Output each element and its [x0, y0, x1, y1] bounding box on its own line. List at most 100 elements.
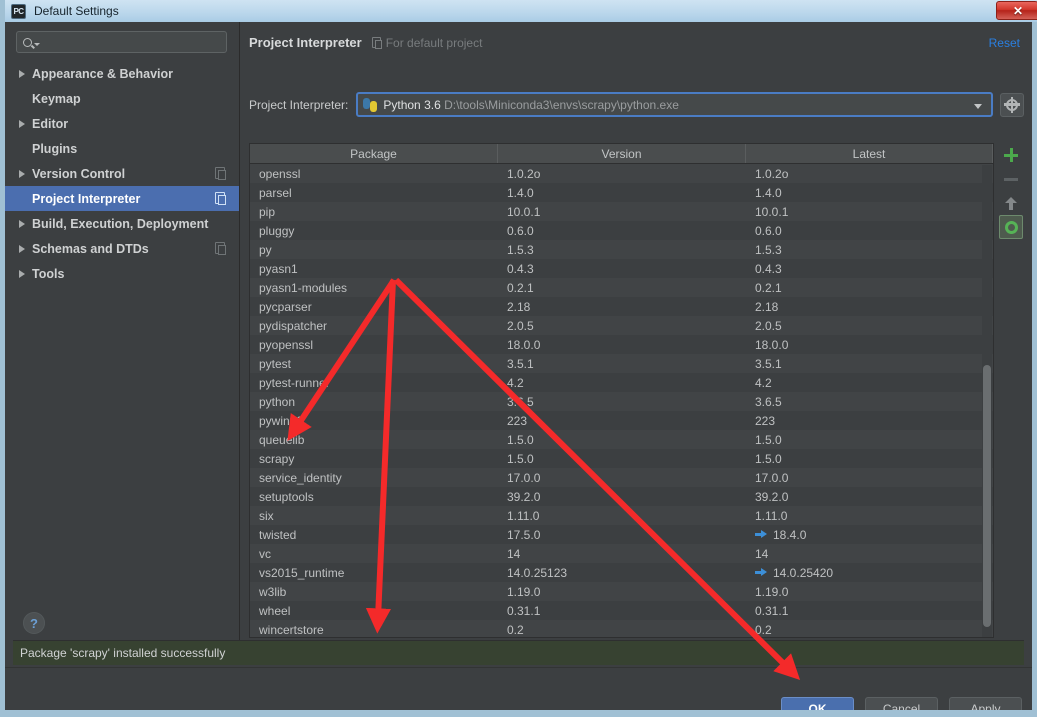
sidebar-item-project-interpreter[interactable]: Project Interpreter: [5, 186, 239, 211]
eye-icon: [1004, 220, 1018, 234]
show-early-releases-button[interactable]: [999, 215, 1023, 239]
table-row[interactable]: vs2015_runtime 14.0.25123 14.0.25420: [250, 563, 993, 582]
cell-latest: 18.4.0: [746, 528, 993, 542]
table-row[interactable]: pycparser 2.18 2.18: [250, 297, 993, 316]
expand-arrow-icon[interactable]: [19, 269, 25, 278]
cell-latest: 223: [746, 414, 993, 428]
copy-settings-icon: [215, 242, 226, 255]
cell-latest: 1.5.0: [746, 452, 993, 466]
sidebar-item-appearance-behavior[interactable]: Appearance & Behavior: [5, 61, 239, 86]
cell-package: setuptools: [259, 489, 314, 504]
table-row[interactable]: pytest-runner 4.2 4.2: [250, 373, 993, 392]
packages-table: Package Version Latest openssl 1.0.2o 1.0.…: [249, 143, 994, 638]
table-row[interactable]: twisted 17.5.0 18.4.0: [250, 525, 993, 544]
expand-arrow-icon[interactable]: [19, 219, 25, 228]
cell-latest: 1.4.0: [746, 186, 993, 200]
apply-button[interactable]: Apply: [949, 697, 1022, 710]
cell-latest: 1.11.0: [746, 509, 993, 523]
table-row[interactable]: vc 14 14: [250, 544, 993, 563]
close-icon[interactable]: ✕: [996, 1, 1037, 20]
minus-icon: [1004, 177, 1018, 181]
table-row[interactable]: wincertstore 0.2 0.2: [250, 620, 993, 637]
table-row[interactable]: service_identity 17.0.0 17.0.0: [250, 468, 993, 487]
install-package-button[interactable]: [999, 143, 1023, 167]
cell-version: 14.0.25123: [507, 565, 568, 580]
sidebar-item-label: Project Interpreter: [32, 191, 141, 206]
cell-latest: 10.0.1: [746, 205, 993, 219]
sidebar-item-plugins[interactable]: Plugins: [5, 136, 239, 161]
chevron-down-icon[interactable]: [974, 104, 982, 109]
interpreter-path: D:\tools\Miniconda3\envs\scrapy\python.e…: [444, 97, 679, 112]
cell-latest-text: 223: [755, 413, 776, 428]
sidebar-item-keymap[interactable]: Keymap: [5, 86, 239, 111]
table-row[interactable]: pluggy 0.6.0 0.6.0: [250, 221, 993, 240]
packages-scrollbar[interactable]: [982, 165, 992, 637]
table-row[interactable]: py 1.5.3 1.5.3: [250, 240, 993, 259]
column-header-package[interactable]: Package: [250, 144, 498, 163]
cell-latest: 1.0.2o: [746, 167, 993, 181]
interpreter-select[interactable]: Python 3.6 D:\tools\Miniconda3\envs\scra…: [356, 92, 993, 117]
table-row[interactable]: pyasn1 0.4.3 0.4.3: [250, 259, 993, 278]
cell-latest-text: 3.6.5: [755, 394, 782, 409]
status-bar: Package 'scrapy' installed successfully: [13, 640, 1024, 665]
expand-arrow-icon[interactable]: [19, 244, 25, 253]
dialog-footer: OK Cancel Apply: [5, 667, 1032, 710]
search-box[interactable]: [16, 31, 227, 53]
table-row[interactable]: setuptools 39.2.0 39.2.0: [250, 487, 993, 506]
table-row[interactable]: pywin32 223 223: [250, 411, 993, 430]
table-row[interactable]: w3lib 1.19.0 1.19.0: [250, 582, 993, 601]
sidebar-item-tools[interactable]: Tools: [5, 261, 239, 286]
ok-button[interactable]: OK: [781, 697, 854, 710]
sidebar-item-schemas-and-dtds[interactable]: Schemas and DTDs: [5, 236, 239, 261]
cell-version: 0.4.3: [507, 261, 534, 276]
scrollbar-thumb[interactable]: [983, 365, 991, 627]
cell-package: wheel: [259, 603, 291, 618]
sidebar-item-label: Appearance & Behavior: [32, 66, 174, 81]
gear-icon: [1004, 96, 1020, 113]
column-header-version[interactable]: Version: [498, 144, 746, 163]
reset-link[interactable]: Reset: [989, 36, 1020, 50]
table-row[interactable]: scrapy 1.5.0 1.5.0: [250, 449, 993, 468]
table-row[interactable]: pip 10.0.1 10.0.1: [250, 202, 993, 221]
interpreter-settings-button[interactable]: [1000, 92, 1024, 117]
cell-latest-text: 1.5.0: [755, 451, 782, 466]
table-row[interactable]: six 1.11.0 1.11.0: [250, 506, 993, 525]
packages-table-header: Package Version Latest: [250, 144, 993, 164]
cell-package: pyasn1: [259, 261, 298, 276]
table-row[interactable]: queuelib 1.5.0 1.5.0: [250, 430, 993, 449]
expand-arrow-icon[interactable]: [19, 69, 25, 78]
expand-arrow-icon[interactable]: [19, 169, 25, 178]
cell-latest-text: 1.11.0: [755, 508, 788, 523]
help-icon[interactable]: ?: [23, 612, 45, 634]
table-row[interactable]: pydispatcher 2.0.5 2.0.5: [250, 316, 993, 335]
uninstall-package-button[interactable]: [999, 167, 1023, 191]
cell-latest: 3.6.5: [746, 395, 993, 409]
sidebar-item-version-control[interactable]: Version Control: [5, 161, 239, 186]
cell-version: 10.0.1: [507, 204, 541, 219]
cell-latest: 2.18: [746, 300, 993, 314]
expand-arrow-icon[interactable]: [19, 119, 25, 128]
sidebar-item-editor[interactable]: Editor: [5, 111, 239, 136]
table-row[interactable]: wheel 0.31.1 0.31.1: [250, 601, 993, 620]
cancel-button[interactable]: Cancel: [865, 697, 938, 710]
settings-window: PC Default Settings ✕ Appearance & Behav…: [0, 0, 1037, 717]
cell-latest-text: 0.31.1: [755, 603, 789, 618]
table-row[interactable]: openssl 1.0.2o 1.0.2o: [250, 164, 993, 183]
sidebar-item-build-execution-deployment[interactable]: Build, Execution, Deployment: [5, 211, 239, 236]
upgrade-package-button[interactable]: [999, 191, 1023, 215]
cell-package: queuelib: [259, 432, 305, 447]
cell-latest-text: 0.4.3: [755, 261, 782, 276]
table-row[interactable]: pyopenssl 18.0.0 18.0.0: [250, 335, 993, 354]
table-row[interactable]: pytest 3.5.1 3.5.1: [250, 354, 993, 373]
column-header-latest[interactable]: Latest: [746, 144, 993, 163]
cell-version: 0.2.1: [507, 280, 534, 295]
status-message: Package 'scrapy' installed successfully: [20, 646, 226, 660]
table-row[interactable]: parsel 1.4.0 1.4.0: [250, 183, 993, 202]
window-titlebar: PC Default Settings ✕: [5, 0, 1037, 22]
cell-package: pluggy: [259, 223, 295, 238]
table-row[interactable]: python 3.6.5 3.6.5: [250, 392, 993, 411]
cell-package: pip: [259, 204, 276, 219]
search-input[interactable]: [40, 34, 226, 50]
cell-package: python: [259, 394, 296, 409]
table-row[interactable]: pyasn1-modules 0.2.1 0.2.1: [250, 278, 993, 297]
